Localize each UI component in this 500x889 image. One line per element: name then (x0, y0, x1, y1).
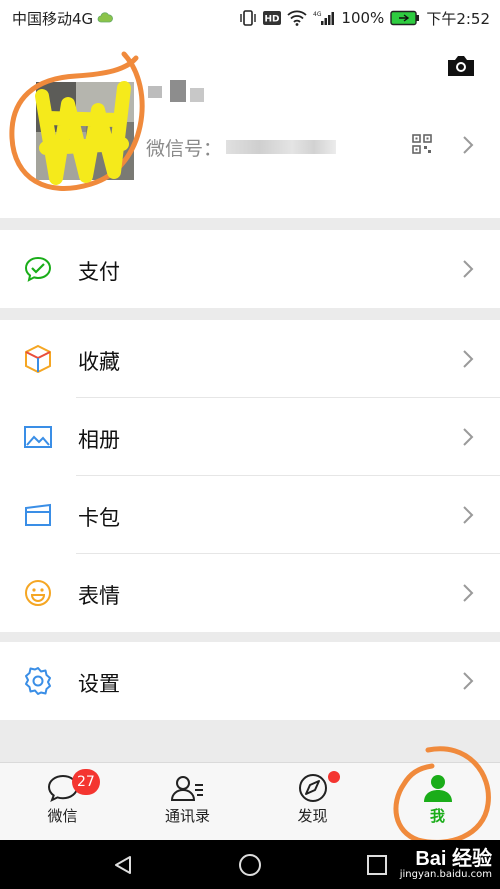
chevron-right-icon (461, 504, 475, 530)
signal-icon: 4G (313, 10, 335, 26)
carrier-text: 中国移动4G (12, 9, 94, 28)
chevron-right-icon (461, 348, 475, 374)
hd-icon: HD (263, 11, 282, 25)
menu-item-pay[interactable]: 支付 (0, 230, 500, 308)
menu-item-album[interactable]: 相册 (0, 398, 500, 476)
menu-label-album: 相册 (78, 428, 120, 452)
tab-label-contacts: 通讯录 (164, 807, 210, 825)
menu-label-stickers: 表情 (78, 584, 120, 608)
cloud-icon (97, 12, 114, 24)
vibrate-icon (239, 10, 257, 26)
contacts-icon (170, 776, 203, 801)
chevron-right-icon (461, 426, 475, 452)
card-wallet-icon (22, 499, 54, 531)
group-collections: 收藏 相册 卡包 表情 (0, 320, 500, 632)
menu-label-cards: 卡包 (78, 506, 120, 530)
status-bar: 中国移动4G HD 4G 100% 下午2:52 (0, 0, 500, 36)
recents-square-icon[interactable] (357, 845, 397, 885)
chevron-right-icon (461, 670, 475, 696)
clock-text: 下午2:52 (426, 9, 490, 28)
tab-discover[interactable]: 发现 (250, 763, 375, 840)
status-right: HD 4G 100% 下午2:52 (239, 8, 490, 29)
battery-percent: 100% (341, 9, 385, 27)
bottom-tab-bar: 27 微信 通讯录 发现 我 (0, 762, 500, 840)
menu-item-cards[interactable]: 卡包 (0, 476, 500, 554)
wifi-icon (287, 10, 308, 26)
menu-label-settings: 设置 (78, 672, 120, 696)
menu-label-favorites: 收藏 (78, 350, 120, 374)
chevron-right-icon[interactable] (461, 134, 475, 160)
watermark-main: Bai 经验 (415, 848, 492, 870)
menu-label-pay: 支付 (78, 260, 120, 284)
chevron-right-icon (461, 258, 475, 284)
album-picture-icon (22, 421, 54, 453)
menu-item-favorites[interactable]: 收藏 (0, 320, 500, 398)
tab-contacts[interactable]: 通讯录 (125, 763, 250, 840)
person-icon (423, 775, 452, 802)
tab-me[interactable]: 我 (375, 763, 500, 840)
status-left: 中国移动4G (12, 8, 114, 29)
back-triangle-icon[interactable] (103, 845, 143, 885)
scribble-annotation (9, 51, 145, 191)
compass-icon (298, 774, 327, 802)
tab-label-me: 我 (429, 807, 445, 825)
battery-icon (390, 10, 420, 26)
menu-item-stickers[interactable]: 表情 (0, 554, 500, 632)
new-dot-indicator (328, 771, 340, 783)
tab-label-chats: 微信 (47, 807, 78, 825)
favorites-cube-icon (22, 343, 54, 375)
baidu-jingyan-watermark: Bai 经验 jingyan.baidu.com (400, 842, 492, 880)
camera-icon[interactable] (446, 54, 476, 82)
wechat-id-blurred (226, 140, 336, 154)
gear-icon (22, 665, 54, 697)
avatar-area[interactable] (6, 48, 156, 198)
unread-badge: 27 (72, 769, 100, 795)
profile-header[interactable]: 微信号： (0, 36, 500, 218)
tab-label-discover: 发现 (297, 807, 328, 825)
home-circle-icon[interactable] (230, 845, 270, 885)
chevron-right-icon (461, 582, 475, 608)
pay-icon (22, 253, 54, 285)
smiley-icon (22, 577, 54, 609)
menu-item-settings[interactable]: 设置 (0, 642, 500, 720)
svg-text:4G: 4G (313, 11, 322, 18)
watermark-sub: jingyan.baidu.com (399, 869, 492, 880)
tab-chats[interactable]: 27 微信 (0, 763, 125, 840)
qr-code-icon[interactable] (412, 134, 432, 158)
svg-text:HD: HD (265, 15, 280, 25)
group-settings: 设置 (0, 642, 500, 720)
group-pay: 支付 (0, 230, 500, 308)
nickname-blurred (148, 78, 208, 108)
wechat-id-label: 微信号： (146, 138, 223, 160)
